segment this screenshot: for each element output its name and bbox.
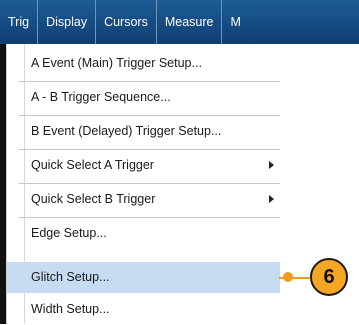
menu-item-width-setup[interactable]: Width Setup...	[7, 294, 280, 325]
menu-item-label: Quick Select B Trigger	[31, 192, 156, 206]
menu-item-edge-setup[interactable]: Edge Setup...	[7, 218, 280, 249]
menu-item-quick-select-a[interactable]: Quick Select A Trigger	[7, 150, 280, 181]
menu-item-glitch-setup[interactable]: Glitch Setup...	[7, 262, 280, 293]
menu-item-label: Glitch Setup...	[31, 270, 110, 284]
menu-trig[interactable]: Trig	[0, 0, 39, 44]
menu-bar: Trig Display Cursors Measure M	[0, 0, 359, 44]
menu-item-label: Edge Setup...	[31, 226, 107, 240]
submenu-arrow-icon	[269, 161, 274, 169]
callout-badge: 6	[310, 258, 348, 296]
menu-item-a-b-sequence[interactable]: A - B Trigger Sequence...	[7, 82, 280, 113]
menu-item-label: Quick Select A Trigger	[31, 158, 154, 172]
menu-item-label: B Event (Delayed) Trigger Setup...	[31, 124, 222, 138]
menu-truncated[interactable]: M	[222, 0, 240, 44]
menu-item-label: A - B Trigger Sequence...	[31, 90, 171, 104]
menu-measure[interactable]: Measure	[157, 0, 223, 44]
trig-dropdown-menu: A Event (Main) Trigger Setup... A - B Tr…	[6, 44, 280, 325]
menu-item-label: Width Setup...	[31, 302, 110, 316]
callout-pointer-dot	[283, 272, 293, 282]
menu-item-a-event-setup[interactable]: A Event (Main) Trigger Setup...	[7, 48, 280, 79]
menu-item-label: A Event (Main) Trigger Setup...	[31, 56, 202, 70]
submenu-arrow-icon	[269, 195, 274, 203]
menu-item-quick-select-b[interactable]: Quick Select B Trigger	[7, 184, 280, 215]
menu-display[interactable]: Display	[38, 0, 97, 44]
menu-cursors[interactable]: Cursors	[96, 0, 157, 44]
menu-item-b-event-setup[interactable]: B Event (Delayed) Trigger Setup...	[7, 116, 280, 147]
